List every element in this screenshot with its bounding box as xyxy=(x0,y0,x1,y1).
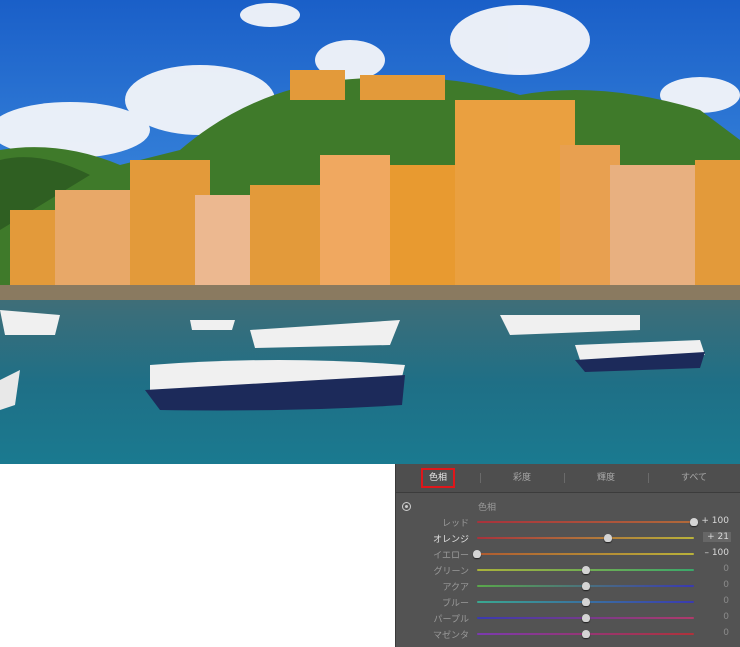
slider-label: グリーン xyxy=(433,567,469,577)
target-adjustment-icon[interactable] xyxy=(402,502,411,511)
tab-saturation[interactable]: 彩度 xyxy=(513,470,531,486)
tab-luminance[interactable]: 輝度 xyxy=(597,470,615,486)
slider-thumb[interactable] xyxy=(473,550,481,558)
slider-label: アクア xyxy=(442,583,469,593)
slider-track[interactable] xyxy=(477,518,698,526)
slider-thumb[interactable] xyxy=(604,534,613,542)
slider-value[interactable]: 0 xyxy=(703,580,731,590)
slider-track[interactable] xyxy=(477,630,694,638)
slider-value[interactable]: 0 xyxy=(703,628,731,638)
slider-row-aqua: アクア 0 xyxy=(396,578,740,594)
slider-thumb[interactable] xyxy=(581,614,590,622)
hsl-panel: 色相 彩度 輝度 すべて 色相 レッド + 100 オレンジ + 21 イエロー –… xyxy=(395,464,740,647)
section-title: 色相 xyxy=(478,503,497,513)
slider-row-orange: オレンジ + 21 xyxy=(396,530,740,546)
slider-row-red: レッド + 100 xyxy=(396,514,740,530)
slider-row-purple: パープル 0 xyxy=(396,610,740,626)
slider-value[interactable]: – 100 xyxy=(702,548,731,558)
slider-value[interactable]: 0 xyxy=(703,612,731,622)
slider-value[interactable]: 0 xyxy=(703,564,731,574)
hsl-tabs: 色相 彩度 輝度 すべて xyxy=(396,464,740,493)
slider-label: マゼンタ xyxy=(432,631,469,641)
slider-label: ブルー xyxy=(441,599,469,609)
slider-thumb[interactable] xyxy=(581,566,590,574)
slider-label: パープル xyxy=(433,615,469,625)
tab-hue[interactable]: 色相 xyxy=(420,468,456,488)
slider-thumb[interactable] xyxy=(581,582,590,590)
slider-row-yellow: イエロー – 100 xyxy=(396,546,740,562)
slider-label: オレンジ xyxy=(432,535,469,545)
slider-track[interactable] xyxy=(477,534,694,542)
portofino-harbor-photo xyxy=(0,0,740,464)
slider-row-magenta: マゼンタ 0 xyxy=(396,626,740,642)
tab-all[interactable]: すべて xyxy=(681,470,707,486)
slider-thumb[interactable] xyxy=(581,598,590,606)
slider-track[interactable] xyxy=(477,582,694,590)
slider-row-blue: ブルー 0 xyxy=(396,594,740,610)
slider-value[interactable]: + 21 xyxy=(703,532,731,542)
tab-separator xyxy=(480,473,481,483)
slider-track[interactable] xyxy=(477,598,694,606)
slider-label: イエロー xyxy=(433,551,469,561)
slider-track[interactable] xyxy=(477,566,694,574)
slider-track[interactable] xyxy=(473,550,694,558)
slider-value[interactable]: + 100 xyxy=(699,516,731,526)
tab-separator xyxy=(564,473,565,483)
tab-separator xyxy=(648,473,649,483)
slider-track[interactable] xyxy=(477,614,694,622)
slider-value[interactable]: 0 xyxy=(703,596,731,606)
slider-thumb[interactable] xyxy=(581,630,590,638)
slider-label: レッド xyxy=(441,519,469,529)
slider-row-green: グリーン 0 xyxy=(396,562,740,578)
slider-thumb[interactable] xyxy=(690,518,698,526)
